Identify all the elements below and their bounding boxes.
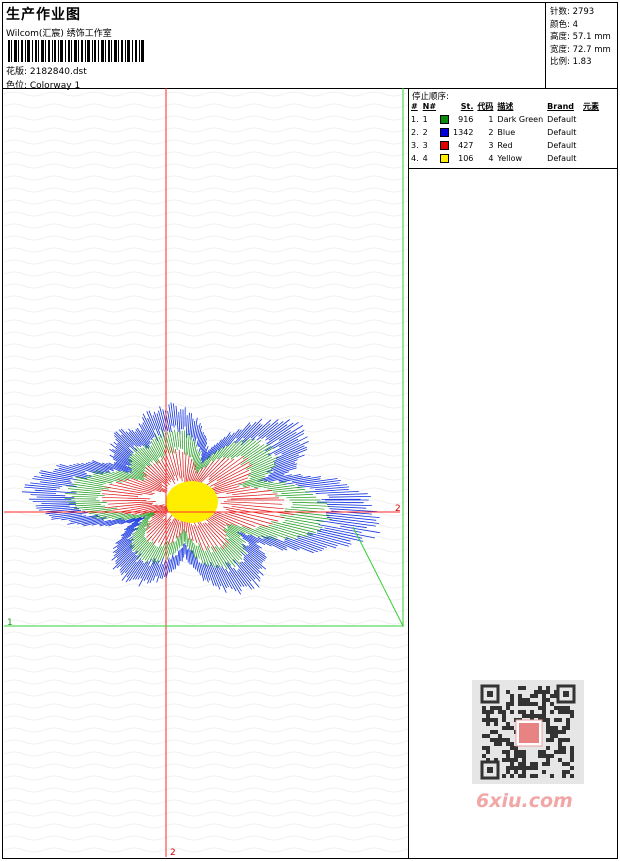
col-color — [439, 101, 452, 113]
header-info: 生产作业图 Wilcom(汇宸) 绣饰工作室 花版: 2182840.dst 色… — [4, 4, 544, 91]
design-scale: 比例: 1.83 — [550, 57, 592, 67]
page-title: 生产作业图 — [6, 7, 81, 23]
col-brand: Brand — [547, 102, 575, 111]
table-divider — [408, 168, 618, 169]
barcode — [8, 40, 144, 62]
design-height: 高度: 57.1 mm — [550, 32, 611, 42]
col-description: 描述 — [497, 102, 514, 111]
table-row: 3. 3 427 3 Red Default — [411, 140, 577, 150]
table-row: 1. 1 916 1 Dark Green Default — [411, 114, 577, 124]
design-canvas: 2 2 1 — [4, 88, 408, 857]
stop-sequence-table: # N# St. 代码 描述 Brand 元素 1. 1 916 1 Dark … — [410, 101, 602, 165]
panel-divider — [408, 88, 409, 859]
design-file: 花版: 2182840.dst — [6, 67, 87, 77]
color-swatch — [440, 153, 450, 163]
flower-center — [166, 481, 218, 523]
color-swatch — [440, 127, 450, 137]
guide-label-right: 2 — [395, 504, 401, 514]
table-row: 4. 4 106 4 Yellow Default — [411, 153, 577, 163]
color-swatch — [440, 140, 450, 150]
header-divider-vertical — [545, 2, 546, 88]
col-element: 元素 — [583, 102, 600, 111]
stats-panel: 针数: 2793 颜色: 4 高度: 57.1 mm 宽度: 72.7 mm 比… — [550, 6, 611, 69]
col-stitches: St. — [460, 102, 474, 111]
col-code: 代码 — [477, 102, 494, 111]
table-row: 2. 2 1342 2 Blue Default — [411, 127, 577, 137]
design-width: 宽度: 72.7 mm — [550, 44, 611, 55]
color-swatch — [440, 114, 450, 124]
fabric-background — [4, 88, 408, 857]
studio-name: Wilcom(汇宸) 绣饰工作室 — [6, 29, 112, 39]
col-index: # — [411, 102, 418, 111]
guide-label-bottom: 2 — [170, 848, 176, 857]
stitch-count: 针数: 2793 — [550, 7, 595, 17]
col-needle: N# — [422, 102, 437, 111]
color-count: 颜色: 4 — [550, 19, 578, 30]
guide-label-left: 1 — [7, 618, 13, 628]
table-header-row: # N# St. 代码 描述 Brand 元素 — [410, 101, 602, 113]
qr-code — [472, 680, 584, 784]
watermark-logo: 6xiu.com — [476, 790, 573, 812]
